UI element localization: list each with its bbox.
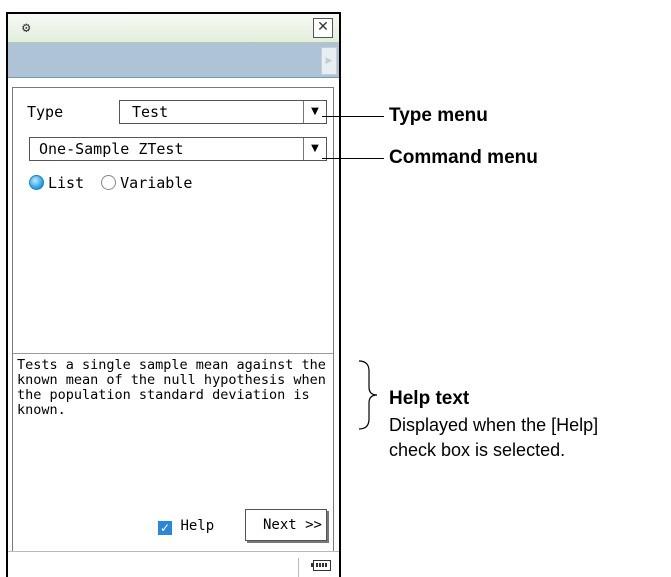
radio-list-label[interactable]: List <box>48 174 84 192</box>
checkbox-checked-icon[interactable]: ✓ <box>158 521 172 535</box>
battery-icon <box>311 560 331 571</box>
close-icon[interactable]: ✕ <box>313 18 333 38</box>
type-label: Type <box>27 103 64 121</box>
help-divider <box>13 353 333 354</box>
command-menu-leader <box>322 158 384 159</box>
toolbar-scroll-arrow[interactable]: ▶ <box>321 47 337 75</box>
status-bar <box>8 551 339 577</box>
radio-list[interactable] <box>29 175 44 190</box>
command-menu-value: One-Sample ZTest <box>39 140 184 158</box>
help-checkbox[interactable]: ✓ Help <box>158 518 214 535</box>
help-checkbox-label[interactable]: Help <box>180 518 214 534</box>
help-text-annotation-title: Help text <box>389 388 470 409</box>
toolbar: ▶ <box>8 43 339 78</box>
help-text: Tests a single sample mean against the k… <box>17 357 326 418</box>
title-bar: ⚙ ✕ <box>8 14 339 43</box>
type-menu-leader <box>322 116 384 117</box>
calculator-screen: ⚙ ✕ ▶ Type Test ▼ One-Sample ZTest ▼ Lis… <box>6 12 341 577</box>
type-menu-value: Test <box>132 103 169 121</box>
help-text-brace <box>358 360 378 430</box>
gear-icon[interactable]: ⚙ <box>22 19 30 37</box>
input-type-radio-group: List Variable <box>29 174 200 192</box>
command-menu-annotation: Command menu <box>389 147 538 168</box>
next-button[interactable]: Next >> <box>245 509 327 541</box>
help-text-annotation-line2: check box is selected. <box>389 440 566 460</box>
help-text-annotation-line1: Displayed when the [Help] <box>389 415 599 435</box>
type-menu[interactable]: Test ▼ <box>119 100 327 124</box>
status-divider <box>298 558 299 577</box>
radio-variable[interactable] <box>101 175 117 190</box>
type-menu-annotation: Type menu <box>389 105 488 126</box>
command-menu[interactable]: One-Sample ZTest ▼ <box>29 137 327 161</box>
stat-wizard-dialog: Type Test ▼ One-Sample ZTest ▼ List Vari… <box>12 87 334 559</box>
chevron-down-icon[interactable]: ▼ <box>303 101 326 123</box>
radio-variable-label[interactable]: Variable <box>120 174 192 192</box>
chevron-down-icon[interactable]: ▼ <box>303 138 326 160</box>
